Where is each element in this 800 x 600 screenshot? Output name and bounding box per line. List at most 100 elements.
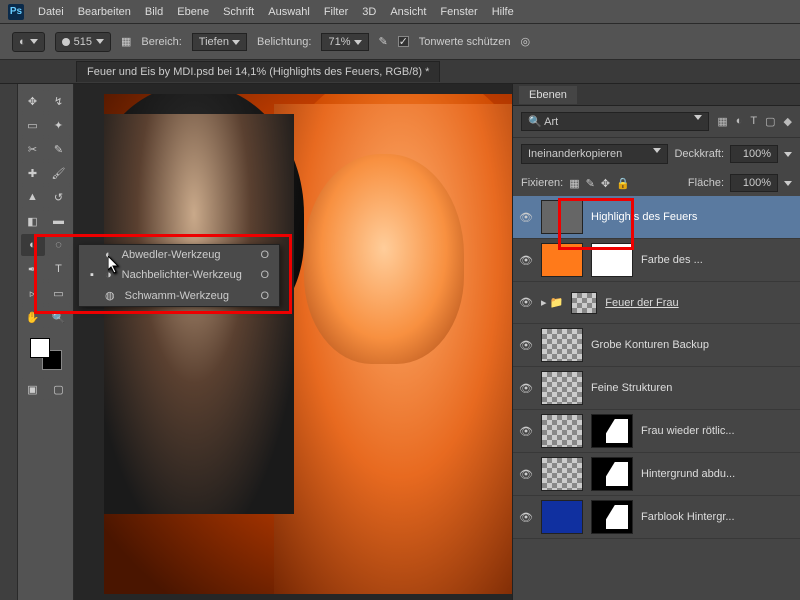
visibility-icon[interactable]: 👁: [519, 468, 533, 481]
canvas-area[interactable]: [74, 84, 512, 600]
lock-label: Fixieren:: [521, 177, 563, 189]
document-image: [104, 94, 512, 594]
toolbox: ✥↯ ▭✦ ✂✎ ✚🖌 ▲↺ ◧▬ ◐◌ ✒T ▹▭ ✋🔍 ▣▢: [18, 84, 74, 600]
lock-icon[interactable]: ▦: [569, 177, 579, 190]
eyedropper-tool[interactable]: ✎: [47, 138, 71, 160]
type-tool[interactable]: T: [47, 258, 71, 280]
layer-thumb: [541, 371, 583, 405]
layer-row[interactable]: 👁Grobe Konturen Backup: [513, 324, 800, 367]
layer-thumb: [591, 457, 633, 491]
layer-thumb: [591, 243, 633, 277]
stamp-tool[interactable]: ▲: [21, 186, 45, 208]
document-tab[interactable]: Feuer und Eis by MDI.psd bei 14,1% (High…: [76, 61, 440, 82]
zoom-tool[interactable]: 🔍: [47, 306, 71, 328]
layer-thumb: [541, 200, 583, 234]
shape-tool[interactable]: ▭: [47, 282, 71, 304]
exposure-input[interactable]: 71%: [321, 33, 368, 51]
fill-input[interactable]: 100%: [730, 174, 778, 192]
protect-tones-checkbox[interactable]: [398, 36, 409, 47]
move-tool[interactable]: ✥: [21, 90, 45, 112]
layer-name: Frau wieder rötlic...: [641, 425, 794, 437]
marquee-tool[interactable]: ▭: [21, 114, 45, 136]
panel-tab-layers[interactable]: Ebenen: [519, 86, 577, 104]
menu-item[interactable]: Filter: [324, 6, 348, 18]
layer-name: Hintergrund abdu...: [641, 468, 794, 480]
layer-thumb: [541, 414, 583, 448]
menu-item[interactable]: Schrift: [223, 6, 254, 18]
path-tool[interactable]: ▹: [21, 282, 45, 304]
layer-row[interactable]: 👁Feine Strukturen: [513, 367, 800, 410]
gradient-tool[interactable]: ▬: [47, 210, 71, 232]
menu-item[interactable]: Bild: [145, 6, 163, 18]
document-tab-bar: Feuer und Eis by MDI.psd bei 14,1% (High…: [0, 60, 800, 84]
visibility-icon[interactable]: 👁: [519, 382, 533, 395]
visibility-icon[interactable]: 👁: [519, 511, 533, 524]
menu-item[interactable]: Hilfe: [492, 6, 514, 18]
visibility-icon[interactable]: 👁: [519, 339, 533, 352]
layer-thumb: [571, 292, 597, 314]
crop-tool[interactable]: ✂: [21, 138, 45, 160]
menu-bar: Ps Datei Bearbeiten Bild Ebene Schrift A…: [0, 0, 800, 24]
hand-tool[interactable]: ✋: [21, 306, 45, 328]
screenmode[interactable]: ▢: [47, 378, 71, 400]
layer-name: Feuer der Frau: [605, 297, 794, 309]
menu-item[interactable]: Fenster: [440, 6, 477, 18]
blur-tool[interactable]: ◌: [47, 234, 71, 256]
protect-tones-label: Tonwerte schützen: [419, 36, 511, 48]
lock-icon[interactable]: 🔒: [616, 177, 630, 190]
tool-preset[interactable]: ◐: [12, 32, 45, 52]
tool-flyout: ◐Abwedler-WerkzeugO ▪◑Nachbelichter-Werk…: [78, 244, 280, 307]
app-icon: Ps: [8, 4, 24, 20]
lock-icon[interactable]: ✎: [586, 177, 595, 190]
menu-item[interactable]: Datei: [38, 6, 64, 18]
layer-row[interactable]: 👁Highlights des Feuers: [513, 196, 800, 239]
layer-row[interactable]: 👁 Farbe des ...: [513, 239, 800, 282]
options-bar: ◐ 515 ▦ Bereich: Tiefen Belichtung: 71% …: [0, 24, 800, 60]
layer-filter[interactable]: 🔍 Art: [521, 112, 709, 131]
layer-name: Farblook Hintergr...: [641, 511, 794, 523]
layer-name: Farbe des ...: [641, 254, 794, 266]
brush-panel-icon[interactable]: ▦: [121, 35, 131, 48]
menu-item[interactable]: Ebene: [177, 6, 209, 18]
dodge-tool[interactable]: ◐: [21, 234, 45, 256]
brush-tool[interactable]: 🖌: [47, 162, 71, 184]
visibility-icon[interactable]: 👁: [519, 425, 533, 438]
history-brush[interactable]: ↺: [47, 186, 71, 208]
range-select[interactable]: Tiefen: [192, 33, 247, 51]
pen-tool[interactable]: ✒: [21, 258, 45, 280]
layers-panel: Ebenen 🔍 Art ▦◐T▢◆ Ineinanderkopieren De…: [512, 84, 800, 600]
blend-mode-select[interactable]: Ineinanderkopieren: [521, 144, 668, 164]
lock-icon[interactable]: ✥: [601, 177, 610, 190]
color-swatches[interactable]: [30, 338, 62, 370]
visibility-icon[interactable]: 👁: [519, 211, 533, 224]
lasso-tool[interactable]: ↯: [47, 90, 71, 112]
menu-item[interactable]: Auswahl: [268, 6, 310, 18]
range-label: Bereich:: [141, 36, 181, 48]
menu-item[interactable]: Ansicht: [390, 6, 426, 18]
exposure-label: Belichtung:: [257, 36, 311, 48]
airbrush-icon[interactable]: ✎: [379, 35, 388, 48]
visibility-icon[interactable]: 👁: [519, 254, 533, 267]
flyout-item-sponge[interactable]: ◍Schwamm-WerkzeugO: [79, 285, 279, 306]
eraser-tool[interactable]: ◧: [21, 210, 45, 232]
folder-icon[interactable]: ▸ 📁: [541, 296, 563, 309]
layer-row[interactable]: 👁 Frau wieder rötlic...: [513, 410, 800, 453]
filter-icons[interactable]: ▦◐T▢◆: [717, 115, 792, 128]
collapsed-panel[interactable]: [0, 84, 18, 600]
opacity-label: Deckkraft:: [674, 148, 724, 160]
wand-tool[interactable]: ✦: [47, 114, 71, 136]
heal-tool[interactable]: ✚: [21, 162, 45, 184]
layer-row[interactable]: 👁 Hintergrund abdu...: [513, 453, 800, 496]
pressure-icon[interactable]: ◎: [520, 35, 530, 48]
opacity-input[interactable]: 100%: [730, 145, 778, 163]
fill-label: Fläche:: [688, 177, 724, 189]
layer-row[interactable]: 👁 Farblook Hintergr...: [513, 496, 800, 539]
visibility-icon[interactable]: 👁: [519, 296, 533, 309]
quickmask[interactable]: ▣: [21, 378, 45, 400]
layer-thumb: [541, 243, 583, 277]
menu-item[interactable]: 3D: [362, 6, 376, 18]
layer-row[interactable]: 👁 ▸ 📁 Feuer der Frau: [513, 282, 800, 324]
layer-thumb: [541, 328, 583, 362]
brush-picker[interactable]: 515: [55, 32, 111, 52]
menu-item[interactable]: Bearbeiten: [78, 6, 131, 18]
